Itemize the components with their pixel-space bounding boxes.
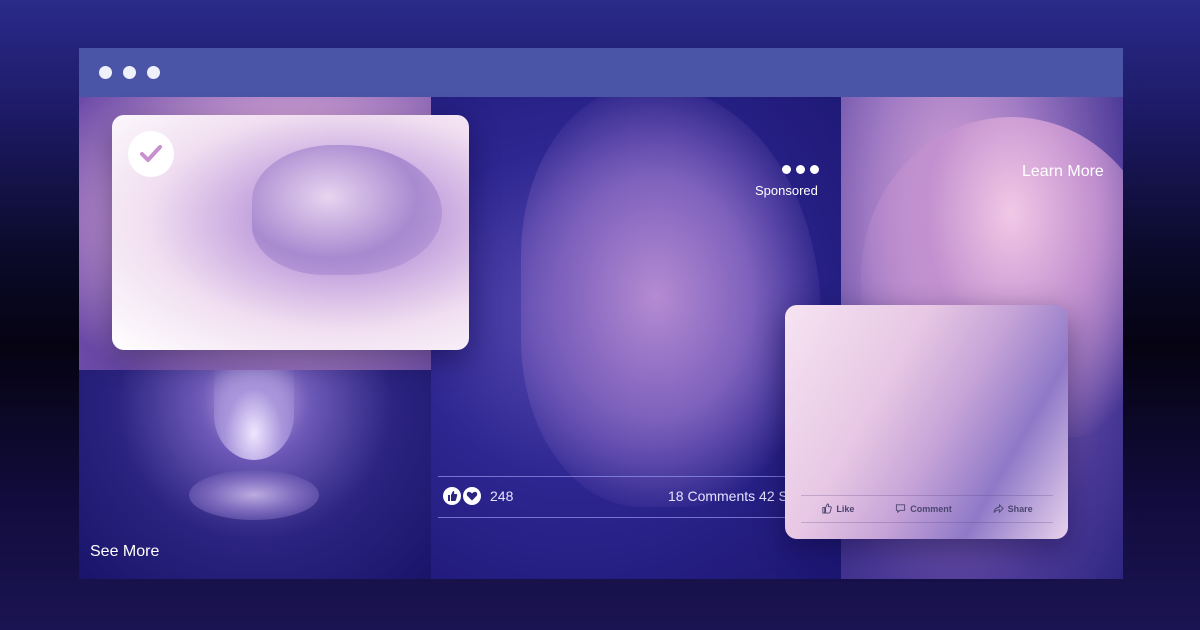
sponsored-label: Sponsored	[755, 183, 818, 198]
more-options-icon[interactable]	[782, 165, 819, 174]
reaction-count: 248	[490, 488, 514, 504]
comment-icon	[895, 503, 906, 516]
window-dot[interactable]	[99, 66, 112, 79]
lips-illustration	[189, 470, 319, 520]
post-action-bar: Like Comment Share	[801, 495, 1053, 523]
nose-illustration	[214, 370, 294, 460]
thumbs-up-icon	[821, 502, 833, 516]
checkmark-icon	[128, 131, 174, 177]
face-profile-illustration	[521, 97, 821, 507]
comment-button[interactable]: Comment	[895, 503, 952, 516]
comments-shares-count[interactable]: 18 Comments 42 Shares	[668, 488, 788, 504]
like-button[interactable]: Like	[821, 502, 855, 516]
share-label: Share	[1007, 504, 1033, 514]
like-reaction-icon	[443, 487, 461, 505]
learn-more-link[interactable]: Learn More	[1022, 163, 1104, 181]
reactions-bar: 248 18 Comments 42 Shares	[438, 476, 788, 518]
share-icon	[993, 503, 1004, 516]
share-button[interactable]: Share	[993, 503, 1033, 516]
window-dot[interactable]	[123, 66, 136, 79]
bottom-left-image-panel: See More	[79, 370, 431, 579]
like-label: Like	[836, 504, 855, 514]
see-more-link[interactable]: See More	[90, 543, 159, 561]
window-dot[interactable]	[147, 66, 160, 79]
verified-image-card	[112, 115, 469, 350]
hand-illustration	[252, 145, 442, 275]
heart-reaction-icon	[463, 487, 481, 505]
post-card: Like Comment Share	[785, 305, 1068, 539]
window-titlebar	[79, 48, 1123, 97]
comment-label: Comment	[910, 504, 952, 514]
